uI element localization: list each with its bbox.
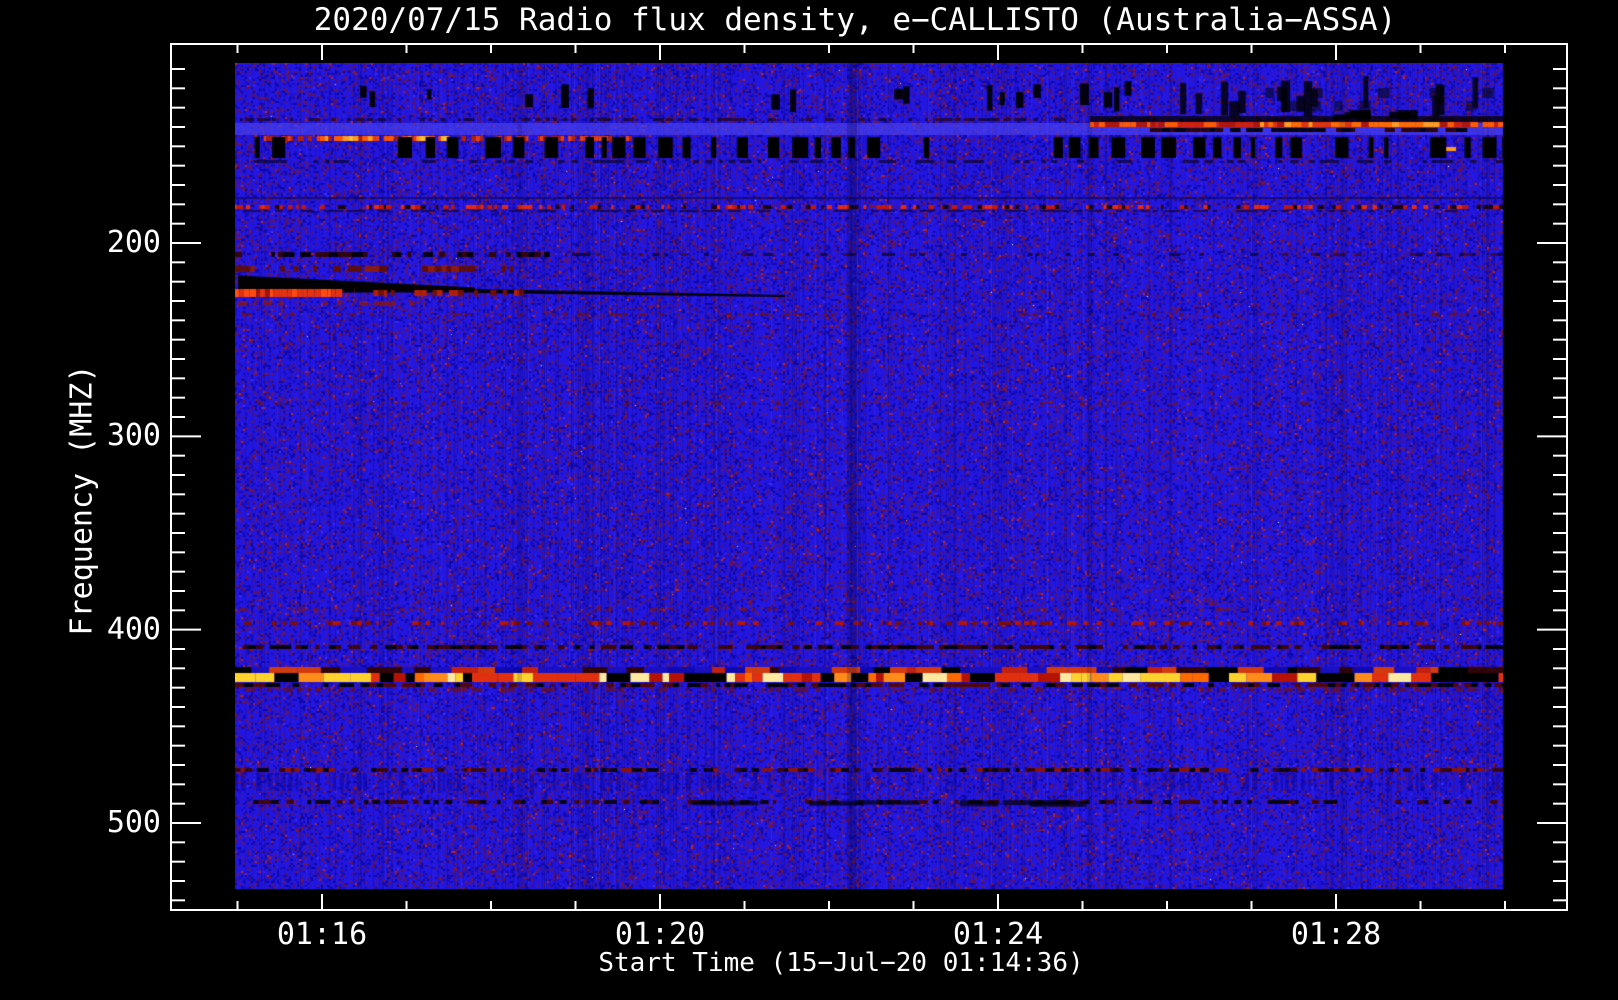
x-tick-label: 01:16: [276, 917, 368, 952]
y-tick-label: 200: [106, 225, 161, 260]
y-tick-label: 300: [106, 418, 161, 454]
y-tick-label: 400: [106, 611, 161, 647]
y-tick-label: 500: [106, 804, 161, 840]
plot-frame: [170, 43, 1568, 911]
x-tick-label: 01:20: [614, 917, 706, 952]
x-tick-label: 01:24: [952, 917, 1044, 952]
x-tick-label: 01:28: [1290, 917, 1382, 952]
y-axis-title: Frequency (MHZ): [64, 364, 100, 636]
axes-frame: [170, 43, 1568, 911]
x-axis-title: Start Time (15−Jul−20 01:14:36): [598, 948, 1084, 978]
spectrogram-chart: 2020/07/15 Radio flux density, e−CALLIST…: [0, 0, 1618, 1000]
